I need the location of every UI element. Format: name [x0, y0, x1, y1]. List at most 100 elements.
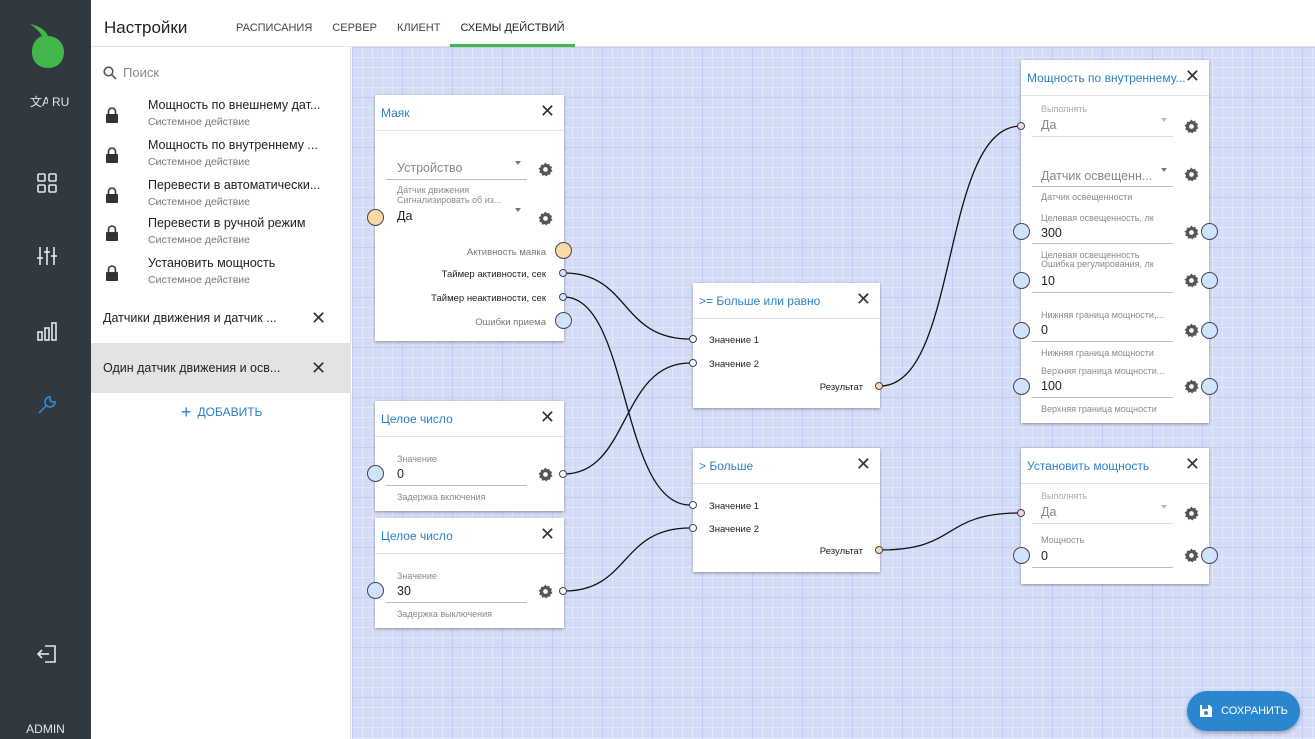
input-port[interactable]: [367, 465, 384, 482]
chevron-down-icon[interactable]: [515, 161, 521, 165]
node-header[interactable]: > Больше ✕: [693, 448, 880, 484]
input-port[interactable]: [367, 582, 384, 599]
output-port[interactable]: [1201, 378, 1218, 395]
system-action-item[interactable]: Перевести в автоматически... Системное д…: [91, 175, 351, 215]
wrench-icon[interactable]: [36, 394, 58, 416]
input-port[interactable]: [689, 524, 697, 532]
tab-action-schemes[interactable]: СХЕМЫ ДЕЙСТВИЙ: [450, 0, 575, 47]
gear-icon[interactable]: [538, 162, 553, 177]
input-port[interactable]: [1013, 547, 1030, 564]
chevron-down-icon[interactable]: [1161, 118, 1167, 122]
sensor-select[interactable]: Датчик освещенн...: [1041, 169, 1152, 183]
node-header[interactable]: Установить мощность ✕: [1021, 448, 1209, 484]
input-port[interactable]: [1013, 223, 1030, 240]
node-header[interactable]: Целое число ✕: [375, 401, 564, 437]
node-header[interactable]: >= Больше или равно ✕: [693, 283, 880, 319]
system-action-item[interactable]: Мощность по внутреннему ... Системное де…: [91, 135, 351, 175]
gear-icon[interactable]: [1184, 323, 1199, 338]
close-node-icon[interactable]: ✕: [540, 524, 555, 545]
node-header[interactable]: Целое число ✕: [375, 518, 564, 554]
output-port[interactable]: [1201, 547, 1218, 564]
gear-icon[interactable]: [538, 211, 553, 226]
chevron-down-icon[interactable]: [515, 208, 521, 212]
scheme-item[interactable]: Датчики движения и датчик ... ✕: [91, 293, 351, 343]
logout-icon[interactable]: [36, 643, 58, 665]
node-integer[interactable]: Целое число ✕ Значение 30 Задержка выклю…: [367, 518, 567, 628]
close-node-icon[interactable]: ✕: [856, 289, 871, 310]
node-set-power[interactable]: Установить мощность ✕ Выполнять Да Мощно…: [1013, 448, 1218, 584]
sliders-icon[interactable]: [36, 245, 58, 267]
gear-icon[interactable]: [1184, 273, 1199, 288]
close-node-icon[interactable]: ✕: [540, 407, 555, 428]
output-port[interactable]: [875, 546, 883, 554]
exec-select[interactable]: Да: [1041, 505, 1056, 519]
dashboard-icon[interactable]: [36, 172, 58, 194]
save-button[interactable]: СОХРАНИТЬ: [1187, 691, 1300, 731]
output-port[interactable]: [875, 382, 883, 390]
gear-icon[interactable]: [1184, 225, 1199, 240]
close-node-icon[interactable]: ✕: [1185, 66, 1200, 87]
gear-icon[interactable]: [1184, 506, 1199, 521]
node-power-by-internal-sensor[interactable]: Мощность по внутреннему... ✕ Выполнять Д…: [1013, 60, 1218, 423]
output-port[interactable]: [559, 470, 567, 478]
add-scheme-button[interactable]: + ДОБАВИТЬ: [181, 403, 262, 421]
tab-schedules[interactable]: РАСПИСАНИЯ: [226, 0, 322, 47]
pear-logo-icon[interactable]: [26, 22, 66, 68]
output-port[interactable]: [1201, 272, 1218, 289]
tab-client[interactable]: КЛИЕНТ: [387, 0, 451, 47]
scheme-item-selected[interactable]: Один датчик движения и осв... ✕: [91, 343, 351, 393]
node-header[interactable]: Мощность по внутреннему... ✕: [1021, 60, 1209, 96]
node-header[interactable]: Маяк ✕: [375, 95, 564, 131]
gear-icon[interactable]: [538, 467, 553, 482]
output-port[interactable]: [559, 587, 567, 595]
value-field[interactable]: 0: [397, 467, 404, 481]
input-port[interactable]: [1013, 272, 1030, 289]
output-port[interactable]: [559, 269, 567, 277]
close-node-icon[interactable]: ✕: [856, 454, 871, 475]
node-beacon[interactable]: Маяк ✕ Устройство Датчик движения Сигнал…: [367, 95, 572, 341]
input-port[interactable]: [689, 501, 697, 509]
gear-icon[interactable]: [1184, 167, 1199, 182]
delete-scheme-icon[interactable]: ✕: [311, 308, 326, 329]
system-action-item[interactable]: Установить мощность Системное действие: [91, 253, 351, 293]
input-port[interactable]: [689, 335, 697, 343]
low-field[interactable]: 0: [1041, 323, 1048, 337]
high-field[interactable]: 100: [1041, 379, 1062, 393]
gear-icon[interactable]: [1184, 119, 1199, 134]
input-port[interactable]: [689, 359, 697, 367]
chevron-down-icon[interactable]: [1161, 168, 1167, 172]
delete-scheme-icon[interactable]: ✕: [311, 358, 326, 379]
system-action-item[interactable]: Мощность по внешнему дат... Системное де…: [91, 95, 351, 135]
gear-icon[interactable]: [1184, 379, 1199, 394]
node-greater[interactable]: > Больше ✕ Значение 1 Значение 2 Результ…: [689, 448, 883, 572]
gear-icon[interactable]: [538, 584, 553, 599]
current-user[interactable]: ADMIN: [0, 722, 91, 736]
language-switch[interactable]: 文A RU: [30, 94, 69, 110]
bar-chart-icon[interactable]: [36, 320, 58, 342]
value-field[interactable]: 30: [397, 584, 411, 598]
power-field[interactable]: 0: [1041, 549, 1048, 563]
error-field[interactable]: 10: [1041, 274, 1055, 288]
close-node-icon[interactable]: ✕: [1185, 454, 1200, 475]
output-port[interactable]: [555, 242, 572, 259]
device-select[interactable]: Устройство: [397, 161, 462, 175]
input-port[interactable]: [1013, 322, 1030, 339]
input-port[interactable]: [1013, 378, 1030, 395]
close-node-icon[interactable]: ✕: [540, 101, 555, 122]
signal-select[interactable]: Да: [397, 209, 412, 223]
search-box[interactable]: Поиск: [103, 65, 159, 80]
output-port[interactable]: [1201, 322, 1218, 339]
gear-icon[interactable]: [1184, 548, 1199, 563]
output-port[interactable]: [1201, 223, 1218, 240]
target-field[interactable]: 300: [1041, 226, 1062, 240]
output-port[interactable]: [555, 312, 572, 329]
node-integer[interactable]: Целое число ✕ Значение 0 Задержка включе…: [367, 401, 567, 511]
node-greater-or-equal[interactable]: >= Больше или равно ✕ Значение 1 Значени…: [689, 283, 883, 408]
input-port[interactable]: [1017, 509, 1025, 517]
chevron-down-icon[interactable]: [1161, 505, 1167, 509]
tab-server[interactable]: СЕРВЕР: [322, 0, 387, 47]
exec-select[interactable]: Да: [1041, 118, 1056, 132]
output-port[interactable]: [559, 293, 567, 301]
system-action-item[interactable]: Перевести в ручной режим Системное дейст…: [91, 213, 351, 253]
input-port[interactable]: [1017, 122, 1025, 130]
